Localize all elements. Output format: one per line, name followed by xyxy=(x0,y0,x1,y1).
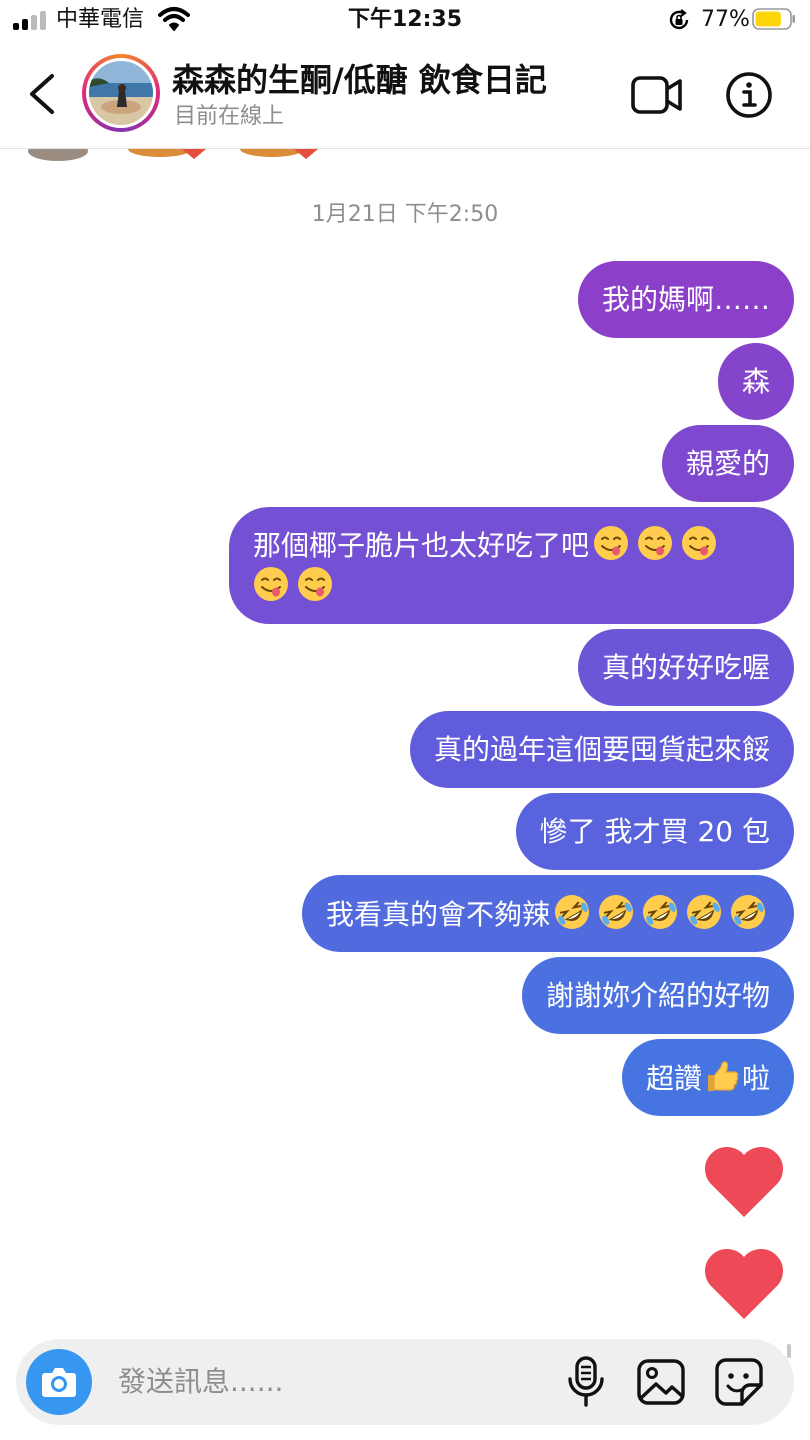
chat-header: 森森的生酮/低醣 飲食日記 目前在線上 xyxy=(0,40,810,149)
message-text: 我看真的會不夠辣 xyxy=(325,898,550,931)
online-status: 目前在線上 xyxy=(174,104,285,129)
message-text-suffix: 啦 xyxy=(741,1062,770,1095)
avatar-photo xyxy=(89,61,153,125)
message-text: 謝謝妳介紹的好物 xyxy=(545,979,770,1012)
rofl-emoji xyxy=(643,895,677,929)
message-text: 慘了 我才買 20 包 xyxy=(539,815,770,848)
scrolled-content-peek xyxy=(28,149,318,161)
scroll-indicator xyxy=(787,1344,791,1358)
message-bubble[interactable]: 我的媽啊…… xyxy=(577,261,794,338)
message-text: 親愛的 xyxy=(685,447,770,480)
status-bar: 中華電信 下午12:35 77% xyxy=(0,0,810,40)
message-bubble[interactable]: 謝謝妳介紹的好物 xyxy=(521,957,794,1034)
info-icon[interactable] xyxy=(724,70,774,120)
heart-icon[interactable] xyxy=(702,1245,786,1321)
message-bubble[interactable]: 真的好好吃喔 xyxy=(577,629,794,706)
camera-button[interactable] xyxy=(26,1349,92,1415)
sticker-icon[interactable] xyxy=(714,1357,764,1407)
rofl-emoji xyxy=(687,895,721,929)
battery-icon xyxy=(752,8,795,30)
message-text: 真的過年這個要囤貨起來餒 xyxy=(433,733,770,766)
thumbs-up-emoji xyxy=(707,1061,739,1091)
message-composer: 發送訊息...... xyxy=(16,1339,794,1425)
yum-emoji xyxy=(638,526,673,560)
message-bubble[interactable]: 親愛的 xyxy=(661,425,794,502)
rofl-emoji xyxy=(731,895,765,929)
yum-emoji xyxy=(682,526,717,560)
gallery-icon[interactable] xyxy=(636,1358,686,1406)
yum-emoji xyxy=(298,567,332,601)
message-text: 那個椰子脆片也太好吃了吧 xyxy=(253,529,590,562)
yum-emoji xyxy=(254,567,288,601)
rofl-emoji xyxy=(555,895,589,929)
rotation-lock-icon xyxy=(669,9,689,30)
battery-percentage: 77% xyxy=(701,7,750,32)
back-chevron-icon[interactable] xyxy=(22,70,62,118)
message-bubble[interactable]: 我看真的會不夠辣 xyxy=(301,875,794,952)
message-bubble[interactable]: 那個椰子脆片也太好吃了吧 xyxy=(229,507,794,624)
microphone-icon[interactable] xyxy=(566,1355,606,1409)
camera-icon xyxy=(42,1368,76,1397)
yum-emoji xyxy=(594,526,629,560)
message-text: 超讚 xyxy=(645,1062,702,1095)
message-text: 真的好好吃喔 xyxy=(601,651,770,684)
message-bubble[interactable]: 森 xyxy=(717,343,794,420)
rofl-emoji xyxy=(599,895,633,929)
message-input[interactable]: 發送訊息...... xyxy=(118,1365,283,1399)
page-title[interactable]: 森森的生酮/低醣 飲食日記 xyxy=(172,60,547,100)
message-bubble[interactable]: 真的過年這個要囤貨起來餒 xyxy=(409,711,794,788)
avatar[interactable] xyxy=(82,54,160,132)
heart-icon[interactable] xyxy=(702,1143,786,1219)
message-text: 森 xyxy=(741,365,770,398)
message-bubble[interactable]: 慘了 我才買 20 包 xyxy=(515,793,794,870)
message-bubble[interactable]: 超讚 啦 xyxy=(621,1039,794,1116)
date-separator: 1月21日 下午2:50 xyxy=(311,202,499,227)
video-call-icon[interactable] xyxy=(630,74,684,116)
message-text: 我的媽啊…… xyxy=(601,283,770,316)
